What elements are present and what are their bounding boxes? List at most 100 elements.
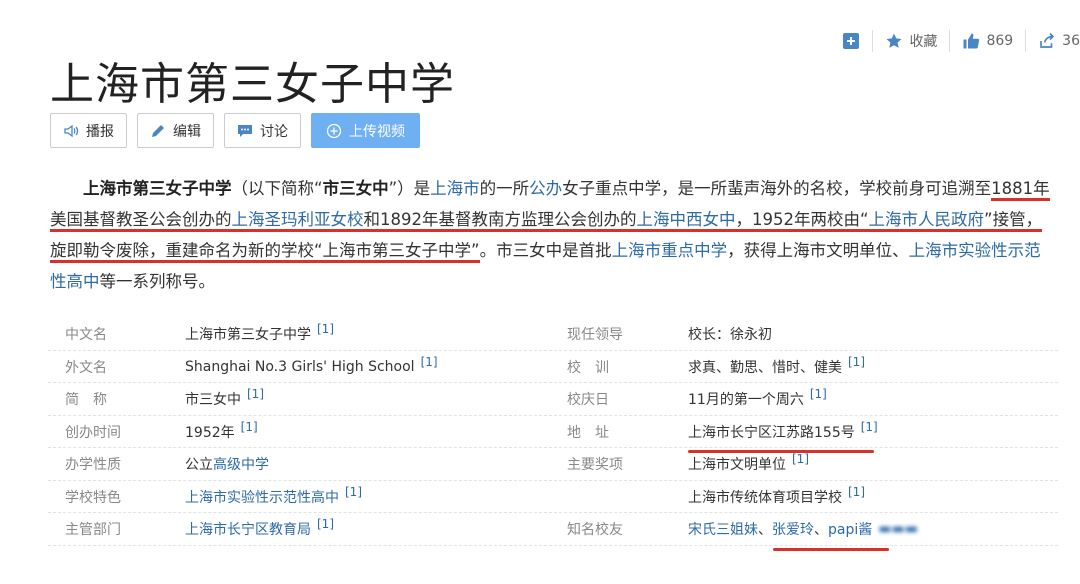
info-value: 上海市实验性示范性高中 [1] <box>185 481 545 514</box>
summary-text: ”）是 <box>388 179 431 198</box>
info-value: 上海市传统体育项目学校 [1] <box>688 481 1048 514</box>
info-row: 中文名 上海市第三女子中学 [1] 现任领导 校长：徐永初 <box>48 318 1058 351</box>
alumni-link[interactable]: papi酱 <box>828 519 872 539</box>
info-label: 现任领导 <box>567 327 623 344</box>
address-value: 上海市长宁区江苏路155号 <box>688 424 855 441</box>
summary-text: 和1892年基督教南方监理公会创办的 <box>363 210 637 229</box>
add-button[interactable] <box>842 32 860 50</box>
info-label: 创办时间 <box>65 424 121 441</box>
info-row: 外文名 Shanghai No.3 Girls' High School [1] … <box>48 351 1058 384</box>
favorite-label: 收藏 <box>909 34 938 50</box>
summary-text: 的一所 <box>479 179 530 198</box>
divider <box>1025 30 1027 52</box>
link-shanghai[interactable]: 上海市 <box>430 179 480 198</box>
citation-link[interactable]: [1] <box>848 485 865 499</box>
link-experimental-school[interactable]: 上海市实验性示范性高中 <box>185 487 339 507</box>
summary-text: ，1952年两校由“ <box>735 210 869 229</box>
citation-link[interactable]: [1] <box>810 387 827 401</box>
citation-link[interactable]: [1] <box>241 420 258 434</box>
summary-text: 。市三女中是首批 <box>479 241 612 260</box>
link-public[interactable]: 公办 <box>529 179 562 198</box>
citation-link[interactable]: [1] <box>848 355 865 369</box>
broadcast-label: 播报 <box>86 123 114 140</box>
summary-text: ，获得上海市文明单位、 <box>727 241 909 260</box>
separator: 、 <box>814 522 828 539</box>
info-label: 校 训 <box>567 359 609 376</box>
discuss-button[interactable]: 讨论 <box>224 113 301 148</box>
citation-link[interactable]: [1] <box>792 452 809 466</box>
basic-info-table: 中文名 上海市第三女子中学 [1] 现任领导 校长：徐永初 外文名 Shangha… <box>48 318 1058 551</box>
info-row: 创办时间 1952年 [1] 地 址 上海市长宁区江苏路155号 [1] <box>48 416 1058 449</box>
info-row: 简 称 市三女中 [1] 校庆日 11月的第一个周六 [1] <box>48 383 1058 416</box>
edit-label: 编辑 <box>173 123 201 140</box>
alumni-link[interactable]: 宋氏三姐妹 <box>688 519 758 539</box>
info-value: 1952年 [1] <box>185 416 545 449</box>
link-high-school[interactable]: 高级中学 <box>213 454 269 474</box>
info-label: 中文名 <box>65 327 107 344</box>
info-value: 公立 高级中学 <box>185 448 545 481</box>
pencil-icon <box>150 123 166 139</box>
divider <box>949 30 951 52</box>
info-label <box>567 481 667 514</box>
annotation-underline-address <box>688 450 874 453</box>
citation-link[interactable]: [1] <box>247 387 264 401</box>
info-value-text: 校长：徐永初 <box>688 327 772 344</box>
info-row: 学校特色 上海市实验性示范性高中 [1] 上海市传统体育项目学校 [1] <box>48 481 1058 514</box>
favorite-button[interactable]: 收藏 <box>885 31 937 51</box>
citation-link[interactable]: [1] <box>861 420 878 434</box>
upload-video-button[interactable]: 上传视频 <box>311 113 420 148</box>
link-gov[interactable]: 上海市人民政府 <box>869 210 985 229</box>
discuss-label: 讨论 <box>260 123 288 140</box>
share-icon <box>1038 32 1056 50</box>
info-value: Shanghai No.3 Girls' High School [1] <box>185 351 545 384</box>
citation-link[interactable]: [1] <box>317 517 334 531</box>
summary-paragraph: 上海市第三女子中学（以下简称“市三女中”）是上海市的一所公办女子重点中学，是一所… <box>50 173 1055 297</box>
citation-link[interactable]: [1] <box>345 485 362 499</box>
info-label: 校庆日 <box>567 392 609 409</box>
summary-bold-name: 上海市第三女子中学 <box>83 179 232 198</box>
info-value: 求真、勤思、惜时、健美 [1] <box>688 351 1048 384</box>
alumni-link-blurred[interactable]: ▬▬▬ <box>878 521 918 537</box>
link-key-school[interactable]: 上海市重点中学 <box>612 241 728 260</box>
info-label: 知名校友 <box>567 522 623 539</box>
info-value-text: 1952年 <box>185 424 235 441</box>
comment-icon <box>237 123 253 139</box>
summary-text: 女子重点中学，是一所蜚声海外的名校，学校前身可追溯至 <box>562 179 992 198</box>
divider <box>872 30 874 52</box>
annotation-underline-alumni <box>773 548 889 551</box>
info-row: 办学性质 公立 高级中学 主要奖项 上海市文明单位 [1] <box>48 448 1058 481</box>
link-education-bureau[interactable]: 上海市长宁区教育局 <box>185 519 311 539</box>
alumni-link[interactable]: 张爱玲 <box>772 519 814 539</box>
info-value-text: 上海市文明单位 <box>688 457 786 474</box>
info-value-text: 上海市传统体育项目学校 <box>688 489 842 506</box>
info-value: 上海市长宁区江苏路155号 [1] <box>688 416 1048 449</box>
link-mctyeire[interactable]: 上海中西女中 <box>637 210 736 229</box>
top-actions: 收藏 869 36 <box>842 30 1080 52</box>
share-button[interactable]: 36 <box>1038 32 1080 50</box>
info-label: 地 址 <box>567 424 609 441</box>
link-st-mary[interactable]: 上海圣玛利亚女校 <box>232 210 364 229</box>
citation-link[interactable]: [1] <box>317 322 334 336</box>
info-value-text: 市三女中 <box>185 392 241 409</box>
like-button[interactable]: 869 <box>962 32 1013 50</box>
star-icon <box>885 32 903 50</box>
info-value-text: 上海市第三女子中学 <box>185 327 311 344</box>
info-label: 外文名 <box>65 359 107 376</box>
info-label: 学校特色 <box>65 489 121 506</box>
info-value-text: 求真、勤思、惜时、健美 <box>688 359 842 376</box>
plus-circle-icon <box>326 123 342 139</box>
thumbs-up-icon <box>962 32 980 50</box>
info-value-text: 公立 <box>185 457 213 474</box>
summary-text: （以下简称“ <box>231 179 323 198</box>
separator: 、 <box>758 522 772 539</box>
like-count: 869 <box>986 33 1014 49</box>
summary-text: 等一系列称号。 <box>99 272 216 291</box>
info-label: 简 称 <box>65 392 107 409</box>
summary-abbr: 市三女中 <box>322 179 389 198</box>
edit-button[interactable]: 编辑 <box>137 113 214 148</box>
citation-link[interactable]: [1] <box>421 355 438 369</box>
speaker-icon <box>63 123 79 139</box>
info-label: 主要奖项 <box>567 457 623 474</box>
broadcast-button[interactable]: 播报 <box>50 113 127 148</box>
toolbar: 播报 编辑 讨论 上传视频 <box>50 113 420 148</box>
